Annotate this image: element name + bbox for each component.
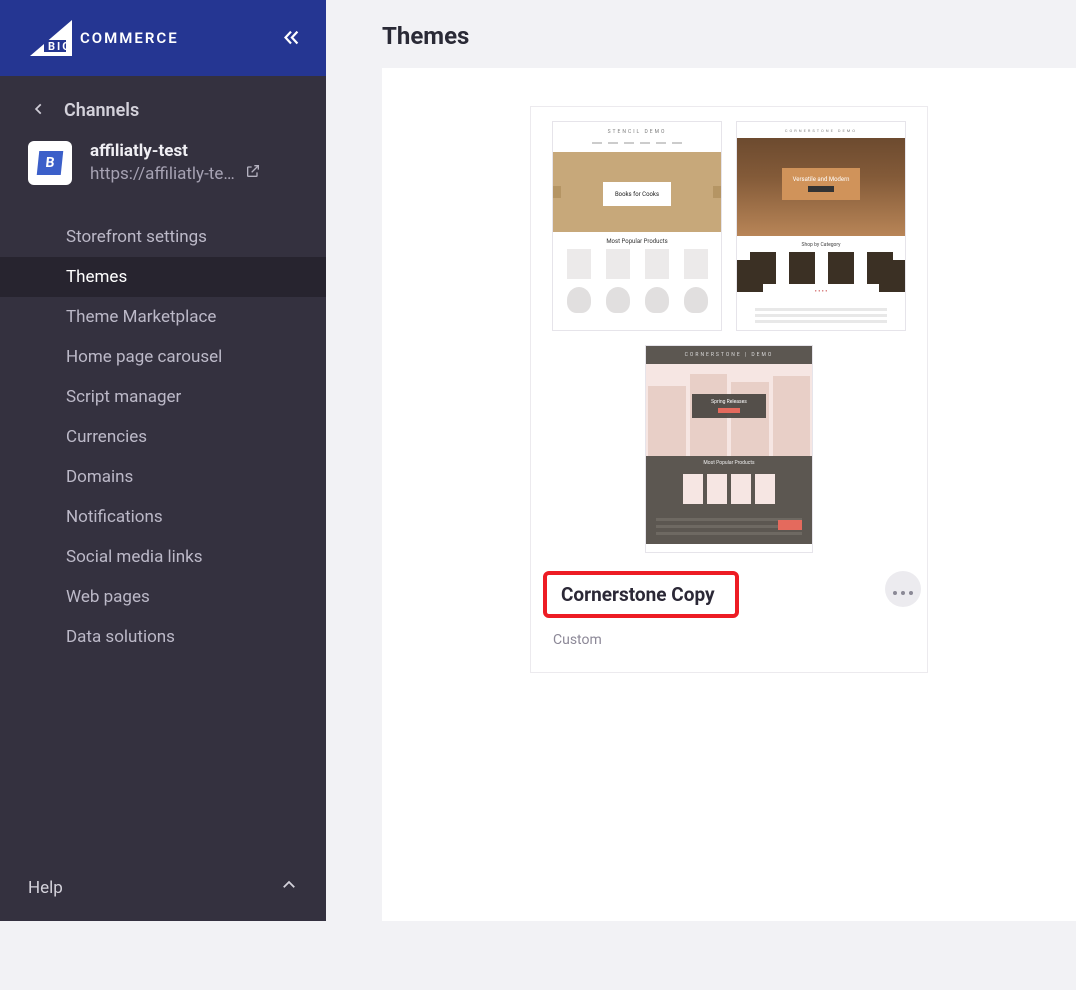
- preview-c-sub: Most Popular Products: [646, 456, 812, 470]
- theme-previews: STENCIL DEMO Books for Cooks Most Popula…: [531, 107, 927, 557]
- channels-back-link[interactable]: Channels: [0, 76, 326, 131]
- nav-theme-marketplace[interactable]: Theme Marketplace: [0, 297, 326, 337]
- store-text: affiliatly-test https://affiliatly-te…: [90, 141, 302, 184]
- sidebar: BIG COMMERCE Channels B affiliatly-test …: [0, 0, 326, 921]
- theme-preview-c[interactable]: CORNERSTONE | DEMO Spring Releases Most …: [645, 345, 813, 553]
- preview-c-hero-label: Spring Releases: [692, 394, 766, 418]
- page-title: Themes: [326, 0, 1076, 68]
- channels-label: Channels: [64, 100, 139, 121]
- store-icon-letter: B: [37, 151, 64, 175]
- help-label: Help: [28, 878, 63, 898]
- store-icon: B: [28, 141, 72, 185]
- nav-script-manager[interactable]: Script manager: [0, 377, 326, 417]
- chevron-left-icon: [32, 101, 46, 120]
- theme-more-button[interactable]: [885, 571, 921, 607]
- preview-c-head: CORNERSTONE | DEMO: [646, 346, 812, 364]
- preview-a-hero-label: Books for Cooks: [603, 182, 671, 206]
- theme-preview-b[interactable]: CORNERSTONE DEMO Versatile and Modern Sh…: [736, 121, 906, 331]
- nav-data-solutions[interactable]: Data solutions: [0, 617, 326, 657]
- more-horizontal-icon: [891, 580, 915, 599]
- theme-type: Custom: [553, 632, 905, 648]
- chevron-up-icon: [280, 876, 298, 899]
- nav-themes[interactable]: Themes: [0, 257, 326, 297]
- store-selector[interactable]: B affiliatly-test https://affiliatly-te…: [0, 131, 326, 211]
- external-link-icon[interactable]: [245, 163, 261, 184]
- nav-notifications[interactable]: Notifications: [0, 497, 326, 537]
- theme-preview-a[interactable]: STENCIL DEMO Books for Cooks Most Popula…: [552, 121, 722, 331]
- nav-currencies[interactable]: Currencies: [0, 417, 326, 457]
- brand-logo[interactable]: BIG COMMERCE: [24, 18, 179, 58]
- themes-panel: STENCIL DEMO Books for Cooks Most Popula…: [382, 68, 1076, 921]
- brand-name: COMMERCE: [80, 29, 179, 47]
- store-name: affiliatly-test: [90, 141, 302, 161]
- preview-a-head: STENCIL DEMO: [553, 122, 721, 142]
- sidebar-nav: Storefront settings Themes Theme Marketp…: [0, 211, 326, 657]
- theme-name-highlight: Cornerstone Copy: [543, 571, 739, 618]
- store-url: https://affiliatly-te…: [90, 164, 235, 184]
- nav-home-page-carousel[interactable]: Home page carousel: [0, 337, 326, 377]
- nav-domains[interactable]: Domains: [0, 457, 326, 497]
- svg-text:BIG: BIG: [48, 40, 72, 53]
- nav-web-pages[interactable]: Web pages: [0, 577, 326, 617]
- nav-storefront-settings[interactable]: Storefront settings: [0, 217, 326, 257]
- help-link[interactable]: Help: [0, 854, 326, 921]
- sidebar-header: BIG COMMERCE: [0, 0, 326, 76]
- store-url-row: https://affiliatly-te…: [90, 163, 302, 184]
- preview-b-head: CORNERSTONE DEMO: [737, 122, 905, 138]
- main: Themes STENCIL DEMO Books for Cooks Most…: [326, 0, 1076, 921]
- nav-social-media-links[interactable]: Social media links: [0, 537, 326, 577]
- preview-a-hero: Books for Cooks: [553, 152, 721, 232]
- preview-b-hero-label: Versatile and Modern: [782, 168, 860, 200]
- preview-a-sub: Most Popular Products: [553, 232, 721, 249]
- theme-card-footer: Cornerstone Copy Custom: [531, 557, 927, 672]
- brand-logo-icon: BIG: [24, 18, 74, 58]
- theme-card: STENCIL DEMO Books for Cooks Most Popula…: [530, 106, 928, 673]
- theme-name: Cornerstone Copy: [561, 583, 715, 606]
- collapse-sidebar-icon[interactable]: [280, 27, 302, 49]
